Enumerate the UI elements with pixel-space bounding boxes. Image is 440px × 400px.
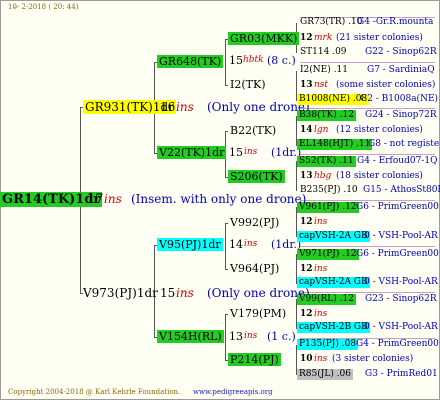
gen4-bottom-6[interactable]: capVSH-2B GB	[297, 322, 370, 333]
gen4-ins-3: hbg	[314, 171, 332, 181]
gen4-note-0: (21 sister colonies)	[336, 33, 423, 43]
gen4-count-0: 12	[300, 33, 313, 43]
gen2-ins-3: ins	[244, 331, 258, 341]
gen1-note-0: (Only one drone)	[207, 100, 310, 114]
gen1-count-0: 16	[160, 100, 176, 114]
gen3-queen-6[interactable]: V179(PM)	[230, 308, 286, 319]
gen4-bottom-4[interactable]: capVSH-2A GB	[297, 231, 370, 242]
gen1-count-1: 15	[160, 286, 176, 300]
root-note: (Insem. with only one drone)	[131, 192, 307, 206]
gen4-count-1: 13	[300, 80, 313, 90]
gen3-queen-2[interactable]: B22(TK)	[230, 125, 276, 136]
gen4-note-1: (some sister colonies)	[336, 80, 436, 90]
gen4-top-right-4: G6 - PrimGreen00	[356, 202, 439, 212]
gen2-count-1: 15	[229, 146, 243, 159]
gen4-count-2: 14	[300, 125, 313, 135]
gen2-queen-0[interactable]: GR648(TK)	[157, 55, 224, 68]
gen4-bottom-0[interactable]: ST114 .09	[300, 48, 347, 57]
gen4-count-3: 13	[300, 171, 313, 181]
gen1-queen-1[interactable]: V973(PJ)1dr	[83, 287, 158, 299]
gen4-top-2[interactable]: B38(TK) .12	[297, 110, 356, 121]
gen1-note-1: (Only one drone)	[207, 286, 310, 300]
gen4-bottom-right-2: G8 - not registe	[368, 139, 440, 149]
gen2-queen-3[interactable]: V154H(RL)	[157, 330, 224, 343]
gen4-bottom-right-4: 0 - VSH-Pool-AR	[364, 231, 438, 241]
gen4-ins-1: nst	[314, 80, 329, 90]
gen4-top-right-0: G4 -Gr.R.mounta	[357, 17, 434, 27]
gen4-top-0[interactable]: GR73(TR) .10	[300, 18, 362, 27]
gen4-bottom-3[interactable]: B235(PJ) .10	[300, 186, 358, 195]
gen4-bottom-right-0: G22 - Sinop62R	[365, 47, 437, 57]
gen4-top-7[interactable]: P135(PJ) .08	[297, 339, 359, 350]
gen3-queen-1[interactable]: I2(TK)	[230, 79, 265, 90]
gen4-bottom-2[interactable]: EL148(HJT) .11	[297, 139, 373, 150]
gen2-count-2: 14	[229, 238, 243, 251]
gen4-ins-2: lgn	[314, 125, 329, 135]
gen4-note-3: (18 sister colonies)	[336, 171, 423, 181]
gen4-bottom-right-1: G2 - B1008a(NE)	[360, 94, 439, 104]
gen4-note-2: (12 sister colonies)	[336, 125, 423, 135]
gen4-count-6: 12	[300, 309, 313, 319]
gen4-count-5: 12	[300, 264, 313, 274]
gen4-ins-0: mrk	[314, 33, 333, 43]
gen4-top-6[interactable]: V99(RL) .12	[297, 294, 356, 305]
gen1-ins-0: ins	[176, 100, 194, 114]
gen2-ins-1: ins	[244, 147, 258, 157]
gen4-top-right-6: G23 - Sinop62R	[365, 294, 437, 304]
gen4-bottom-5[interactable]: capVSH-2A GB	[297, 277, 370, 288]
date-label: 10- 2-2018 ( 20: 44)	[8, 3, 79, 11]
gen2-queen-1[interactable]: V22(TK)1dr	[157, 146, 227, 159]
gen2-queen-2[interactable]: V95(PJ)1dr	[157, 238, 223, 251]
gen3-queen-4[interactable]: V992(PJ)	[230, 217, 279, 228]
gen4-count-4: 12	[300, 217, 313, 227]
website-link[interactable]: www.pedigreeapis.org	[193, 389, 273, 396]
gen3-queen-0[interactable]: GR03(MKK)	[228, 32, 300, 45]
gen4-top-4[interactable]: V961(PJ) .12	[297, 202, 359, 213]
gen4-top-3[interactable]: S52(TK) .11	[297, 156, 356, 167]
gen4-bottom-1[interactable]: B1008(NE) .08	[297, 94, 370, 105]
header-rule	[14, 7, 17, 8]
gen4-top-right-7: G4 - PrimGreen00	[356, 339, 439, 349]
gen1-ins-1: ins	[176, 286, 194, 300]
root-ins: ins	[104, 192, 122, 206]
gen4-ins-7: ins	[314, 354, 328, 364]
gen3-count-0: 15	[229, 54, 243, 67]
gen4-ins-4: ins	[314, 217, 328, 227]
root-count: 17	[87, 192, 104, 207]
gen3-queen-7[interactable]: P214(PJ)	[228, 353, 281, 366]
gen4-top-right-1: G7 - SardiniaQ	[367, 65, 435, 75]
gen4-bottom-right-3: G15 - AthosSt80R	[363, 185, 440, 195]
gen2-note-3: (1 c.)	[267, 330, 296, 343]
gen4-top-5[interactable]: V971(PJ) .12	[297, 249, 359, 260]
gen4-bottom-right-7: G3 - PrimRed01	[365, 369, 438, 379]
gen4-note-7: (3 sister colonies)	[332, 354, 414, 364]
gen4-bottom-right-5: 0 - VSH-Pool-AR	[364, 277, 438, 287]
gen4-top-right-5: G6 - PrimGreen00	[356, 249, 439, 259]
gen2-count-3: 13	[229, 330, 243, 343]
gen3-queen-3[interactable]: S206(TK)	[228, 170, 285, 183]
gen4-bottom-right-6: 0 - VSH-Pool-AR	[364, 322, 438, 332]
gen4-top-1[interactable]: I2(NE) .11	[300, 66, 348, 75]
gen3-note-0: (8 c.)	[267, 54, 296, 67]
gen4-ins-6: ins	[314, 309, 328, 319]
gen3-queen-5[interactable]: V964(PJ)	[230, 263, 279, 274]
gen4-ins-5: ins	[314, 264, 328, 274]
gen4-top-right-3: G4 - Erfoud07-1Q	[357, 156, 438, 166]
gen2-ins-2: ins	[244, 239, 258, 249]
gen4-bottom-7[interactable]: R85(JL) .06	[297, 369, 354, 380]
copyright-label: Copyright 2004-2018 @ Karl Kehrle Founda…	[8, 388, 181, 396]
gen4-top-right-2: G24 - Sinop72R	[365, 110, 437, 120]
gen3-ins-0: hbtk	[243, 55, 264, 65]
gen4-count-7: 10	[300, 354, 313, 364]
